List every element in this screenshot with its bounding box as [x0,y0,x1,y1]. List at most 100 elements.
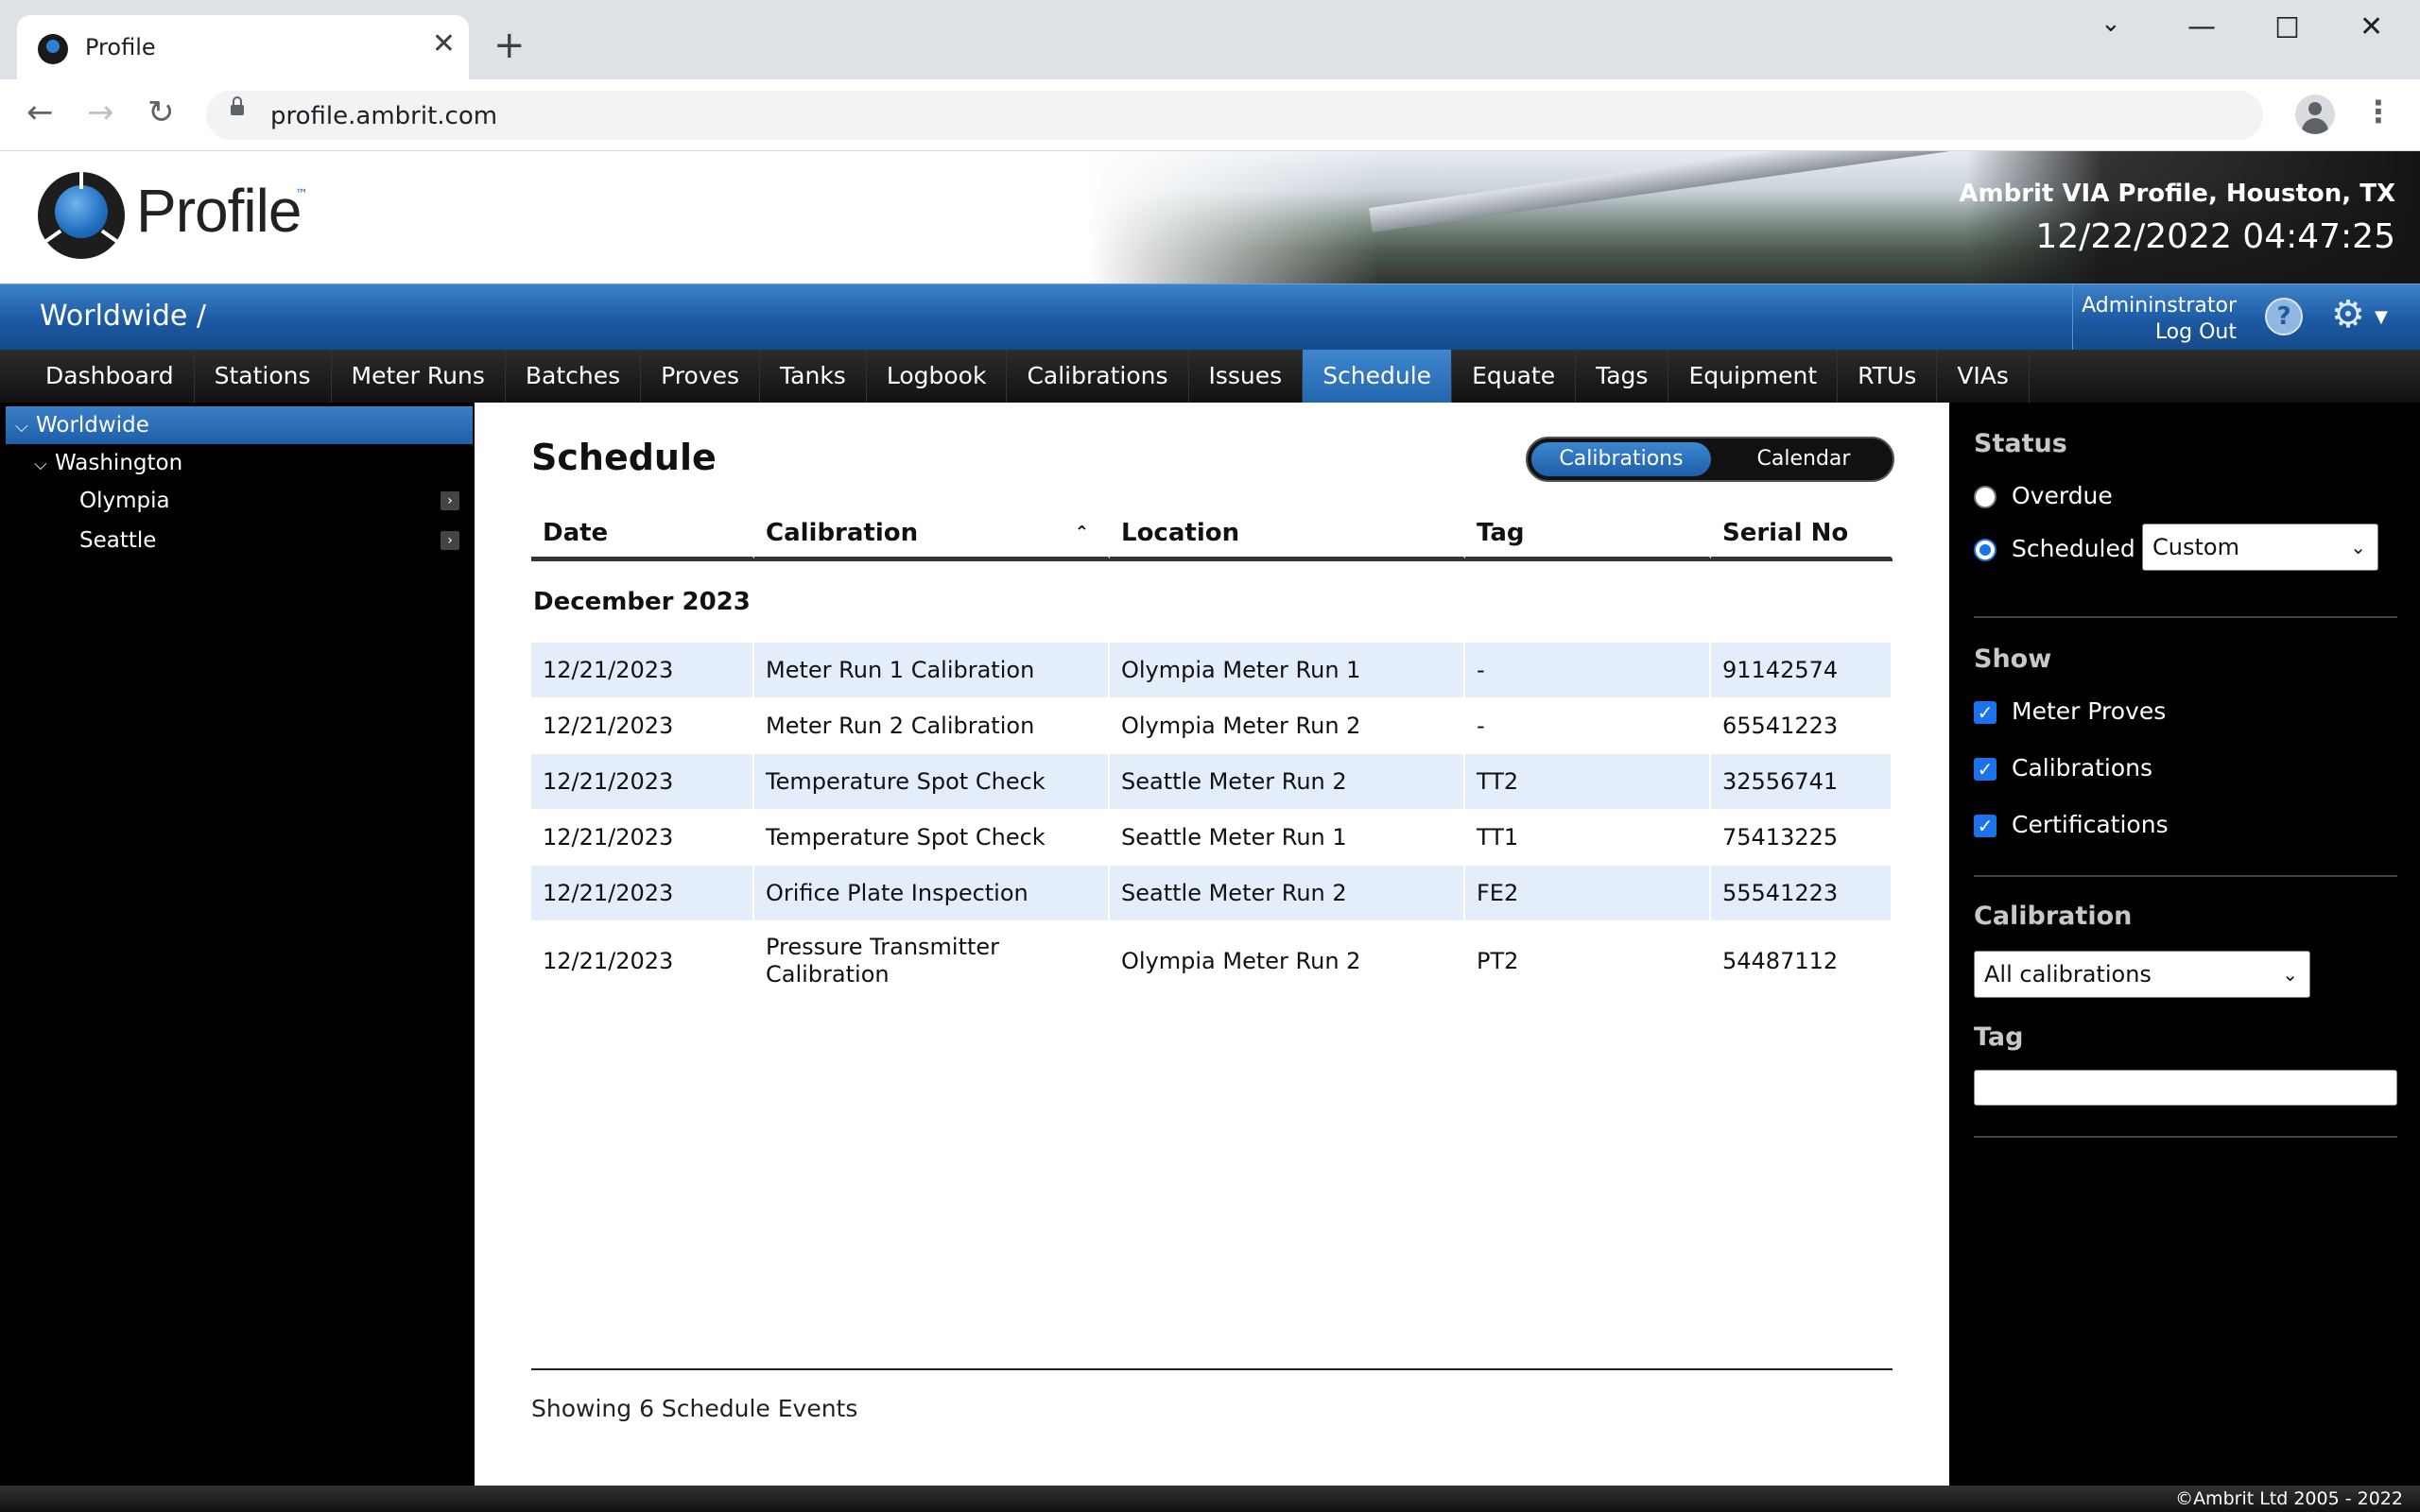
browser-profile-icon[interactable] [2295,94,2335,134]
profile-favicon-icon [38,34,68,64]
gear-icon[interactable]: ⚙ [2331,296,2365,334]
forward-icon[interactable]: → [87,96,114,129]
profile-logo-icon [38,172,125,259]
col-date[interactable]: Date [531,508,754,558]
col-calibration[interactable]: Calibration ⌃ [754,508,1110,558]
cell-date: 12/21/2023 [531,920,754,1002]
sort-ascending-icon: ⌃ [1074,523,1089,542]
cell-location: Seattle Meter Run 2 [1110,866,1465,920]
toggle-calendar[interactable]: Calendar [1717,442,1891,476]
chevron-right-icon[interactable]: › [441,531,459,550]
tag-heading: Tag [1974,1022,2024,1052]
col-location[interactable]: Location [1110,508,1465,558]
month-group-label: December 2023 [533,588,751,616]
table-row[interactable]: 12/21/2023 Orifice Plate Inspection Seat… [531,866,1893,920]
nav-batches[interactable]: Batches [506,350,642,403]
logo-text: Profile [136,177,302,245]
nav-calibrations[interactable]: Calibrations [1007,350,1189,403]
overdue-label[interactable]: Overdue [2012,482,2113,509]
cell-tag: TT1 [1465,809,1711,866]
browser-tab[interactable]: Profile ✕ [17,15,469,79]
nav-schedule[interactable]: Schedule [1303,350,1453,403]
table-row[interactable]: 12/21/2023 Pressure Transmitter Calibrat… [531,920,1893,1002]
table-row[interactable]: 12/21/2023 Temperature Spot Check Seattl… [531,754,1893,809]
nav-equipment[interactable]: Equipment [1668,350,1839,403]
tab-search-icon[interactable]: ⌄ [2100,11,2121,36]
cell-calibration: Temperature Spot Check [754,809,1110,866]
calibration-heading: Calibration [1974,902,2133,931]
tree-item-worldwide[interactable]: ⌵ Worldwide [6,406,473,444]
cell-serial: 55541223 [1711,866,1893,920]
url-text: profile.ambrit.com [270,102,498,130]
cell-tag: - [1465,697,1711,754]
chevron-down-icon: ⌄ [2350,536,2366,558]
browser-menu-icon[interactable]: ⋮ [2363,96,2394,127]
cell-calibration: Pressure Transmitter Calibration [754,920,1110,1002]
address-bar[interactable]: profile.ambrit.com [206,91,2263,140]
new-tab-icon[interactable]: + [493,26,526,64]
scheduled-radio[interactable] [1974,539,1996,561]
certifications-checkbox[interactable]: ✓ [1974,815,1996,837]
nav-dashboard[interactable]: Dashboard [0,350,195,403]
tree-item-label: Olympia [79,489,170,513]
cell-serial: 65541223 [1711,697,1893,754]
help-icon[interactable]: ? [2265,298,2303,335]
status-heading: Status [1974,429,2067,458]
tab-close-icon[interactable]: ✕ [432,30,456,59]
cell-tag: TT2 [1465,754,1711,809]
meter-proves-label[interactable]: Meter Proves [2012,697,2166,725]
nav-rtus[interactable]: RTUs [1838,350,1938,403]
breadcrumb-bar: Worldwide / Admininstrator Log Out ? ⚙ ▼ [0,284,2420,351]
nav-meter-runs[interactable]: Meter Runs [332,350,506,403]
reload-icon[interactable]: ↻ [147,96,175,129]
table-row[interactable]: 12/21/2023 Meter Run 2 Calibration Olymp… [531,697,1893,754]
nav-tanks[interactable]: Tanks [760,350,867,403]
close-window-icon[interactable]: ✕ [2360,13,2383,42]
tree-item-washington[interactable]: ⌵ Washington [6,444,473,482]
nav-tags[interactable]: Tags [1576,350,1669,403]
back-icon[interactable]: ← [26,96,54,129]
table-row[interactable]: 12/21/2023 Temperature Spot Check Seattl… [531,809,1893,866]
certifications-label[interactable]: Certifications [2012,811,2169,838]
toggle-calibrations[interactable]: Calibrations [1531,442,1711,476]
scheduled-range-select[interactable]: Custom ⌄ [2142,524,2378,571]
scheduled-range-value: Custom [2152,534,2239,560]
tag-filter-input[interactable] [1974,1070,2397,1106]
nav-issues[interactable]: Issues [1189,350,1304,403]
chevron-down-icon[interactable]: ⌵ [34,446,55,484]
browser-tabstrip: Profile ✕ + ⌄ — ☐ ✕ [0,0,2420,79]
nav-equate[interactable]: Equate [1452,350,1577,403]
cell-date: 12/21/2023 [531,754,754,809]
chevron-right-icon[interactable]: › [441,491,459,510]
maximize-icon[interactable]: ☐ [2274,15,2300,43]
cell-date: 12/21/2023 [531,866,754,920]
col-tag[interactable]: Tag [1465,508,1711,558]
calibrations-checkbox[interactable]: ✓ [1974,758,1996,781]
tree-item-olympia[interactable]: Olympia › [6,482,473,520]
page-footer: ©Ambrit Ltd 2005 - 2022 [0,1486,2420,1512]
user-name: Admininstrator [2082,294,2237,318]
nav-stations[interactable]: Stations [195,350,332,403]
logo-trademark: ™ [295,187,308,202]
meter-proves-checkbox[interactable]: ✓ [1974,701,1996,724]
minimize-icon[interactable]: — [2187,13,2216,42]
calibration-filter-select[interactable]: All calibrations ⌄ [1974,951,2310,998]
user-box: Admininstrator Log Out [2072,284,2240,351]
overdue-radio[interactable] [1974,486,1996,508]
schedule-panel: Schedule Calibrations Calendar Date Cali… [475,403,1949,1486]
logout-link[interactable]: Log Out [2155,320,2237,344]
cell-calibration: Meter Run 2 Calibration [754,697,1110,754]
settings-dropdown-icon[interactable]: ▼ [2375,307,2388,327]
calibration-filter-value: All calibrations [1984,961,2152,988]
breadcrumb[interactable]: Worldwide / [40,300,206,333]
table-row[interactable]: 12/21/2023 Meter Run 1 Calibration Olymp… [531,643,1893,697]
scheduled-label[interactable]: Scheduled [2012,535,2135,562]
tree-item-label: Washington [55,451,183,475]
tree-item-seattle[interactable]: Seattle › [6,522,473,559]
col-serial-no[interactable]: Serial No [1711,508,1893,558]
nav-vias[interactable]: VIAs [1937,350,2030,403]
nav-proves[interactable]: Proves [641,350,761,403]
calibrations-label[interactable]: Calibrations [2012,754,2152,782]
nav-logbook[interactable]: Logbook [867,350,1008,403]
chevron-down-icon[interactable]: ⌵ [15,408,36,446]
